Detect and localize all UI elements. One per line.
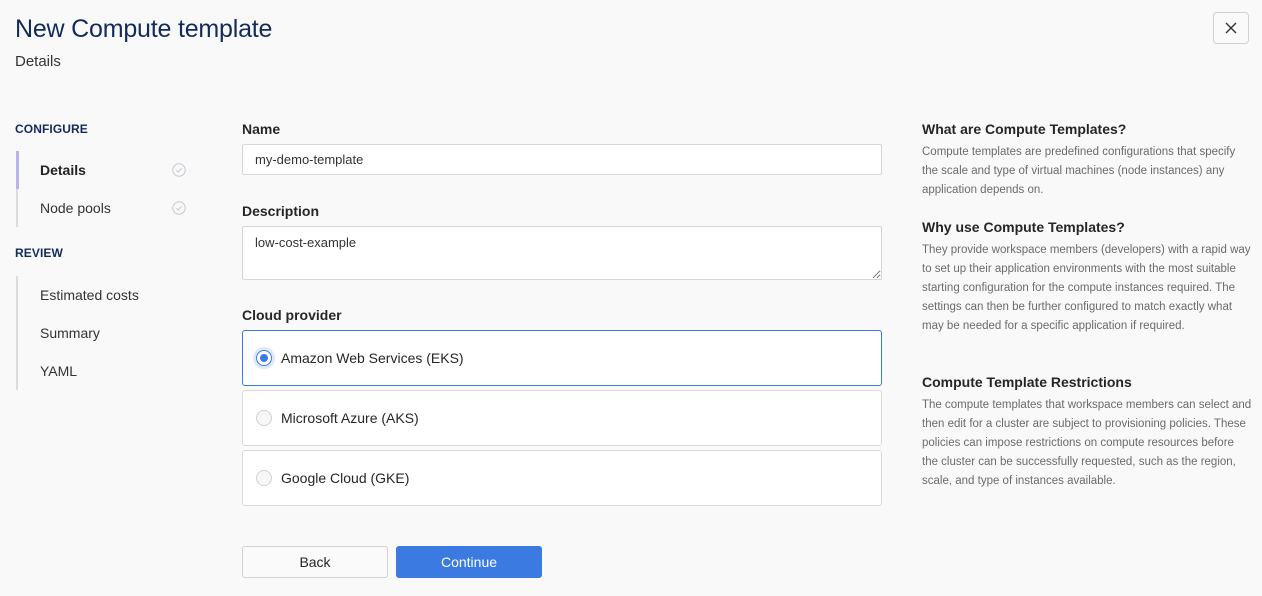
name-label: Name (242, 121, 281, 137)
back-button[interactable]: Back (242, 546, 388, 578)
cloud-provider-option-gcp[interactable]: Google Cloud (GKE) (242, 450, 882, 506)
description-textarea[interactable]: low-cost-example (242, 226, 882, 280)
close-icon (1225, 22, 1237, 34)
sidebar-item-label: Estimated costs (40, 287, 139, 303)
help-heading: What are Compute Templates? (922, 121, 1127, 137)
help-body: They provide workspace members (develope… (922, 244, 1251, 332)
new-compute-template-page: New Compute template Details CONFIGURE D… (0, 0, 1262, 596)
description-label: Description (242, 203, 320, 219)
sidebar-item-label: YAML (40, 363, 78, 379)
sidebar-item-summary[interactable]: Summary (16, 314, 196, 352)
configure-steps: Details Node pools (16, 151, 196, 227)
section-label-review: REVIEW (15, 246, 63, 260)
help-body: Compute templates are predefined configu… (922, 146, 1236, 196)
sidebar-item-label: Summary (40, 325, 100, 341)
check-circle-icon (172, 163, 186, 177)
section-label-configure: CONFIGURE (15, 122, 88, 136)
sidebar-item-label: Details (40, 162, 86, 178)
option-label: Amazon Web Services (EKS) (281, 350, 464, 366)
help-heading: Why use Compute Templates? (922, 219, 1125, 235)
help-heading: Compute Template Restrictions (922, 374, 1132, 390)
close-button[interactable] (1213, 12, 1249, 44)
radio-button[interactable] (256, 410, 272, 426)
sidebar-item-details[interactable]: Details (16, 151, 196, 189)
sidebar-item-label: Node pools (40, 200, 111, 216)
radio-button-checked[interactable] (256, 350, 272, 366)
sidebar-item-node-pools[interactable]: Node pools (16, 189, 196, 227)
continue-button[interactable]: Continue (396, 546, 542, 578)
page-title: New Compute template (15, 15, 273, 43)
help-body: The compute templates that workspace mem… (922, 399, 1252, 487)
name-input[interactable] (242, 144, 882, 175)
cloud-provider-option-azure[interactable]: Microsoft Azure (AKS) (242, 390, 882, 446)
option-label: Google Cloud (GKE) (281, 470, 410, 486)
radio-button[interactable] (256, 470, 272, 486)
review-steps: Estimated costs Summary YAML (16, 276, 196, 390)
cloud-provider-label: Cloud provider (242, 307, 342, 323)
cloud-provider-option-aws[interactable]: Amazon Web Services (EKS) (242, 330, 882, 386)
sidebar-item-yaml[interactable]: YAML (16, 352, 196, 390)
option-label: Microsoft Azure (AKS) (281, 410, 419, 426)
check-circle-icon (172, 201, 186, 215)
page-subtitle: Details (15, 53, 61, 70)
sidebar-item-estimated-costs[interactable]: Estimated costs (16, 276, 196, 314)
